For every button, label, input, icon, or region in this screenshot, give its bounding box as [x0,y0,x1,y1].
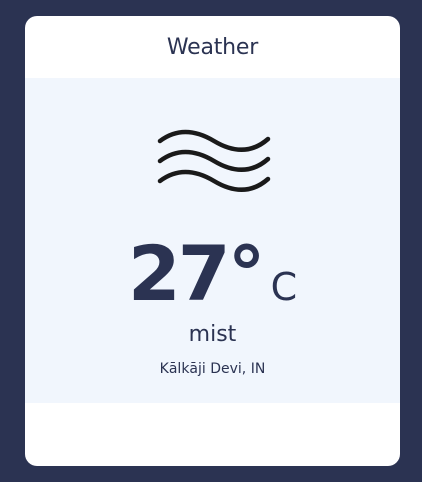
weather-condition: mist [188,322,237,347]
location-label: Kālkāji Devi, IN [159,361,266,377]
weather-panel: 27° C mist Kālkāji Devi, IN [25,78,400,403]
weather-card: Weather 27° C mist Kālkāji Devi, IN [25,16,400,466]
mist-icon [156,125,272,201]
temperature-unit: C [270,265,298,309]
card-header: Weather [25,16,400,78]
temperature-value: 27° [127,229,266,318]
temperature-display: 27° C [25,236,400,312]
card-title: Weather [166,34,259,60]
